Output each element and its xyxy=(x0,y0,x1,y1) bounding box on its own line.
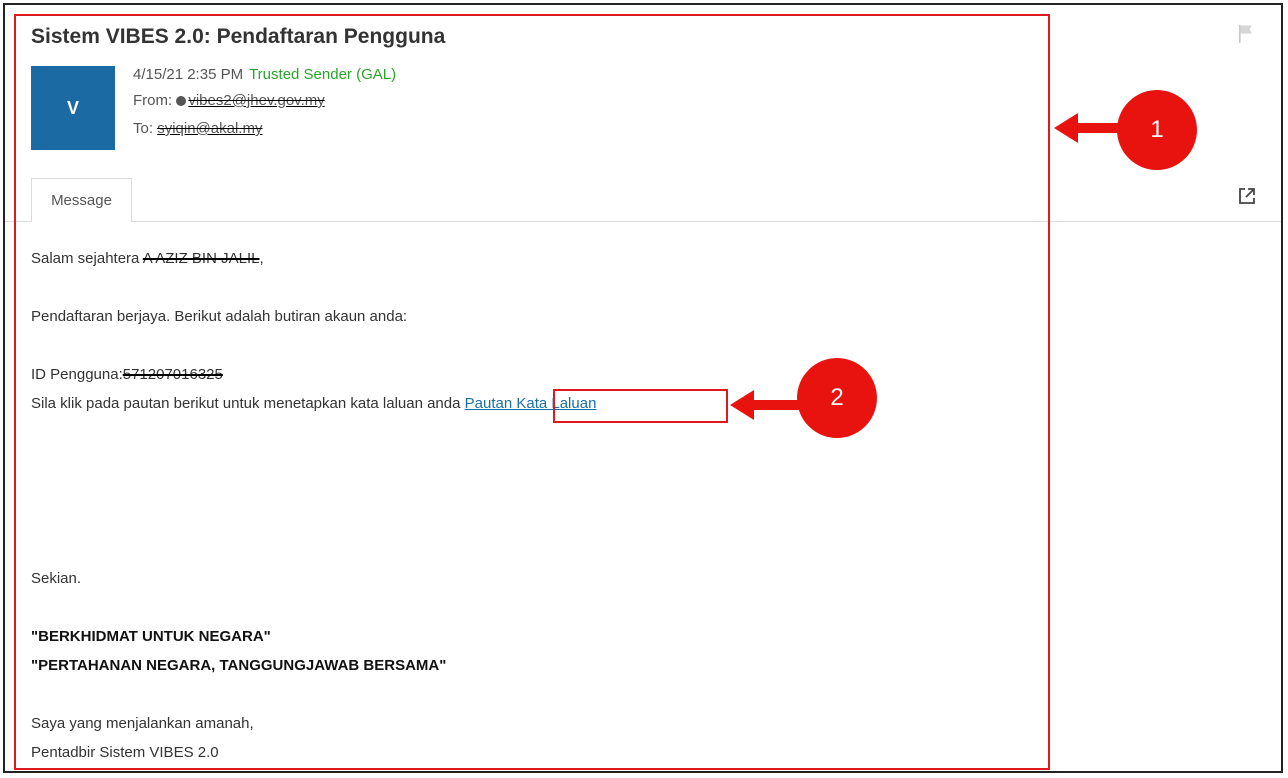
popout-icon[interactable] xyxy=(1237,186,1257,206)
annotation-callout-2: 2 xyxy=(797,358,877,438)
greeting-line: Salam sejahtera A AZIZ BIN JALIL, xyxy=(31,250,264,267)
to-label: To: xyxy=(133,120,154,137)
annotation-arrow-2 xyxy=(730,390,802,420)
success-line: Pendaftaran berjaya. Berikut adalah buti… xyxy=(31,308,408,325)
instruction-line: Sila klik pada pautan berikut untuk mene… xyxy=(31,395,596,412)
email-to: To: syiqin@akal.my xyxy=(133,120,262,137)
flag-icon[interactable] xyxy=(1237,24,1255,44)
greeting-suffix: , xyxy=(259,250,264,267)
tab-divider xyxy=(5,221,1281,222)
password-link[interactable]: Pautan Kata Laluan xyxy=(465,395,597,412)
closing-line: Sekian. xyxy=(31,570,82,587)
trusted-sender-badge: Trusted Sender (GAL) xyxy=(249,66,397,83)
slogan-line-1: "BERKHIDMAT UNTUK NEGARA" xyxy=(31,628,271,645)
annotation-arrow-1 xyxy=(1054,113,1120,143)
slogan-line-2: "PERTAHANAN NEGARA, TANGGUNGJAWAB BERSAM… xyxy=(31,657,447,674)
user-id-label: ID Pengguna: xyxy=(31,366,123,383)
instruction-text: Sila klik pada pautan berikut untuk mene… xyxy=(31,395,461,412)
to-address[interactable]: syiqin@akal.my xyxy=(157,120,262,137)
email-meta-date: 4/15/21 2:35 PM Trusted Sender (GAL) xyxy=(133,66,396,83)
sender-presence-icon xyxy=(176,96,187,107)
from-label: From: xyxy=(133,92,173,109)
recipient-name: A AZIZ BIN JALIL xyxy=(142,250,260,267)
user-id-value: 571207016325 xyxy=(122,366,223,383)
tab-message[interactable]: Message xyxy=(31,178,132,222)
sender-avatar: V xyxy=(31,66,115,150)
user-id-line: ID Pengguna:571207016325 xyxy=(31,366,223,383)
email-from: From: vibes2@jhev.gov.my xyxy=(133,92,325,109)
email-subject: Sistem VIBES 2.0: Pendaftaran Pengguna xyxy=(31,25,446,48)
annotation-callout-1: 1 xyxy=(1117,90,1197,170)
from-address[interactable]: vibes2@jhev.gov.my xyxy=(188,92,324,109)
greeting-prefix: Salam sejahtera xyxy=(31,250,140,267)
signature-line-1: Saya yang menjalankan amanah, xyxy=(31,715,254,732)
email-date: 4/15/21 2:35 PM xyxy=(133,66,244,83)
signature-line-2: Pentadbir Sistem VIBES 2.0 xyxy=(31,744,219,761)
